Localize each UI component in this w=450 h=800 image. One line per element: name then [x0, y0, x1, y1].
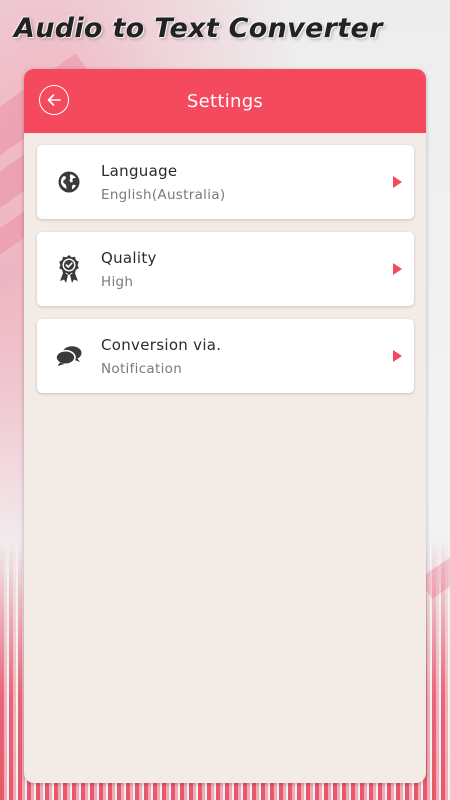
- arrow-left-icon: [47, 94, 61, 106]
- setting-label: Language: [101, 161, 178, 180]
- setting-texts: Language English(Australia): [101, 162, 380, 203]
- setting-value: High: [101, 273, 134, 290]
- page-title: Settings: [186, 90, 264, 112]
- setting-item-quality[interactable]: Quality High: [37, 232, 414, 306]
- chat-bubbles-icon: [37, 345, 101, 367]
- setting-item-conversion[interactable]: Conversion via. Notification: [37, 319, 414, 393]
- setting-item-language[interactable]: Language English(Australia): [37, 145, 414, 219]
- setting-texts: Quality High: [101, 249, 380, 290]
- chevron-right-icon: [380, 350, 414, 362]
- globe-icon: [37, 170, 101, 194]
- chevron-right-icon: [380, 176, 414, 188]
- setting-value: Notification: [101, 360, 183, 377]
- back-button[interactable]: [39, 85, 69, 115]
- setting-texts: Conversion via. Notification: [101, 336, 380, 377]
- settings-panel: Settings Language English(Australia) Qua…: [24, 69, 426, 783]
- settings-list: Language English(Australia) Quality High…: [24, 133, 426, 393]
- chevron-right-icon: [380, 263, 414, 275]
- quality-badge-icon: [37, 254, 101, 284]
- setting-label: Conversion via.: [101, 335, 222, 354]
- settings-header: Settings: [24, 69, 426, 133]
- app-title: Audio to Text Converter: [14, 13, 383, 44]
- setting-label: Quality: [101, 248, 157, 267]
- setting-value: English(Australia): [101, 186, 226, 203]
